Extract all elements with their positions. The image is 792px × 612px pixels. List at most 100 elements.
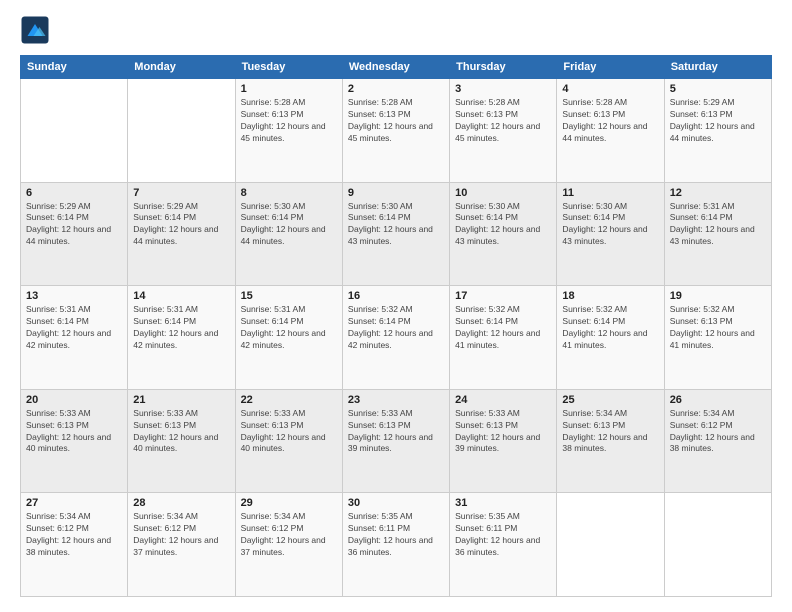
- day-info: Sunrise: 5:32 AMSunset: 6:14 PMDaylight:…: [562, 304, 658, 352]
- day-info: Sunrise: 5:28 AMSunset: 6:13 PMDaylight:…: [455, 97, 551, 145]
- calendar-cell: [21, 79, 128, 183]
- day-number: 12: [670, 187, 766, 199]
- day-number: 10: [455, 187, 551, 199]
- day-number: 31: [455, 497, 551, 509]
- calendar-header-row: SundayMondayTuesdayWednesdayThursdayFrid…: [21, 56, 772, 79]
- calendar-cell: 7Sunrise: 5:29 AMSunset: 6:14 PMDaylight…: [128, 182, 235, 286]
- day-number: 17: [455, 290, 551, 302]
- calendar-cell: 29 Sunrise: 5:34 AMSunset: 6:12 PMDayligh…: [235, 493, 342, 597]
- day-number: 23: [348, 394, 444, 406]
- day-number: 11: [562, 187, 658, 199]
- calendar-cell: [557, 493, 664, 597]
- day-info: Sunrise: 5:30 AMSunset: 6:14 PMDaylight:…: [348, 201, 444, 249]
- calendar-cell: 14Sunrise: 5:31 AMSunset: 6:14 PMDayligh…: [128, 286, 235, 390]
- weekday-header-thursday: Thursday: [450, 56, 557, 79]
- calendar-week-1: 1 Sunrise: 5:28 AMSunset: 6:13 PMDaylight…: [21, 79, 772, 183]
- calendar-cell: 11 Sunrise: 5:30 AMSunset: 6:14 PMDayligh…: [557, 182, 664, 286]
- day-number: 5: [670, 83, 766, 95]
- logo: [20, 15, 54, 45]
- day-info: Sunrise: 5:29 AMSunset: 6:14 PMDaylight:…: [133, 201, 229, 249]
- day-info: Sunrise: 5:35 AMSunset: 6:11 PMDaylight:…: [455, 511, 551, 559]
- calendar-week-4: 20 Sunrise: 5:33 AMSunset: 6:13 PMDayligh…: [21, 389, 772, 493]
- calendar-cell: 30 Sunrise: 5:35 AMSunset: 6:11 PMDayligh…: [342, 493, 449, 597]
- day-number: 26: [670, 394, 766, 406]
- day-number: 19: [670, 290, 766, 302]
- day-number: 30: [348, 497, 444, 509]
- day-info: Sunrise: 5:34 AMSunset: 6:12 PMDaylight:…: [133, 511, 229, 559]
- calendar-cell: 25 Sunrise: 5:34 AMSunset: 6:13 PMDayligh…: [557, 389, 664, 493]
- day-number: 29: [241, 497, 337, 509]
- day-info: Sunrise: 5:33 AMSunset: 6:13 PMDaylight:…: [455, 408, 551, 456]
- day-number: 20: [26, 394, 122, 406]
- day-info: Sunrise: 5:34 AMSunset: 6:13 PMDaylight:…: [562, 408, 658, 456]
- day-info: Sunrise: 5:30 AMSunset: 6:14 PMDaylight:…: [562, 201, 658, 249]
- calendar-cell: 26 Sunrise: 5:34 AMSunset: 6:12 PMDayligh…: [664, 389, 771, 493]
- weekday-header-sunday: Sunday: [21, 56, 128, 79]
- day-info: Sunrise: 5:28 AMSunset: 6:13 PMDaylight:…: [562, 97, 658, 145]
- day-info: Sunrise: 5:34 AMSunset: 6:12 PMDaylight:…: [670, 408, 766, 456]
- day-info: Sunrise: 5:30 AMSunset: 6:14 PMDaylight:…: [241, 201, 337, 249]
- day-number: 14: [133, 290, 229, 302]
- day-info: Sunrise: 5:33 AMSunset: 6:13 PMDaylight:…: [348, 408, 444, 456]
- day-number: 25: [562, 394, 658, 406]
- day-number: 28: [133, 497, 229, 509]
- calendar-cell: 20 Sunrise: 5:33 AMSunset: 6:13 PMDayligh…: [21, 389, 128, 493]
- calendar-cell: 17 Sunrise: 5:32 AMSunset: 6:14 PMDayligh…: [450, 286, 557, 390]
- calendar-cell: 12 Sunrise: 5:31 AMSunset: 6:14 PMDayligh…: [664, 182, 771, 286]
- calendar-cell: 15 Sunrise: 5:31 AMSunset: 6:14 PMDayligh…: [235, 286, 342, 390]
- calendar-cell: 3 Sunrise: 5:28 AMSunset: 6:13 PMDaylight…: [450, 79, 557, 183]
- calendar-cell: 13 Sunrise: 5:31 AMSunset: 6:14 PMDayligh…: [21, 286, 128, 390]
- calendar-cell: 18Sunrise: 5:32 AMSunset: 6:14 PMDayligh…: [557, 286, 664, 390]
- logo-icon: [20, 15, 50, 45]
- day-number: 22: [241, 394, 337, 406]
- day-info: Sunrise: 5:33 AMSunset: 6:13 PMDaylight:…: [26, 408, 122, 456]
- calendar-cell: 5 Sunrise: 5:29 AMSunset: 6:13 PMDaylight…: [664, 79, 771, 183]
- day-number: 13: [26, 290, 122, 302]
- calendar-cell: 2Sunrise: 5:28 AMSunset: 6:13 PMDaylight…: [342, 79, 449, 183]
- calendar-cell: 24 Sunrise: 5:33 AMSunset: 6:13 PMDayligh…: [450, 389, 557, 493]
- calendar-week-2: 6 Sunrise: 5:29 AMSunset: 6:14 PMDaylight…: [21, 182, 772, 286]
- day-info: Sunrise: 5:30 AMSunset: 6:14 PMDaylight:…: [455, 201, 551, 249]
- calendar-cell: 9 Sunrise: 5:30 AMSunset: 6:14 PMDaylight…: [342, 182, 449, 286]
- calendar-cell: [664, 493, 771, 597]
- day-number: 6: [26, 187, 122, 199]
- day-number: 1: [241, 83, 337, 95]
- day-info: Sunrise: 5:32 AMSunset: 6:14 PMDaylight:…: [348, 304, 444, 352]
- day-number: 3: [455, 83, 551, 95]
- day-info: Sunrise: 5:33 AMSunset: 6:13 PMDaylight:…: [241, 408, 337, 456]
- day-number: 9: [348, 187, 444, 199]
- day-info: Sunrise: 5:34 AMSunset: 6:12 PMDaylight:…: [241, 511, 337, 559]
- day-number: 4: [562, 83, 658, 95]
- day-info: Sunrise: 5:33 AMSunset: 6:13 PMDaylight:…: [133, 408, 229, 456]
- weekday-header-friday: Friday: [557, 56, 664, 79]
- day-info: Sunrise: 5:29 AMSunset: 6:14 PMDaylight:…: [26, 201, 122, 249]
- day-info: Sunrise: 5:35 AMSunset: 6:11 PMDaylight:…: [348, 511, 444, 559]
- day-info: Sunrise: 5:34 AMSunset: 6:12 PMDaylight:…: [26, 511, 122, 559]
- calendar-cell: 4 Sunrise: 5:28 AMSunset: 6:13 PMDaylight…: [557, 79, 664, 183]
- calendar-cell: 1 Sunrise: 5:28 AMSunset: 6:13 PMDaylight…: [235, 79, 342, 183]
- calendar-cell: 31 Sunrise: 5:35 AMSunset: 6:11 PMDayligh…: [450, 493, 557, 597]
- calendar-table: SundayMondayTuesdayWednesdayThursdayFrid…: [20, 55, 772, 597]
- calendar-cell: 28 Sunrise: 5:34 AMSunset: 6:12 PMDayligh…: [128, 493, 235, 597]
- day-info: Sunrise: 5:32 AMSunset: 6:14 PMDaylight:…: [455, 304, 551, 352]
- day-info: Sunrise: 5:31 AMSunset: 6:14 PMDaylight:…: [241, 304, 337, 352]
- day-number: 21: [133, 394, 229, 406]
- calendar-cell: 19 Sunrise: 5:32 AMSunset: 6:13 PMDayligh…: [664, 286, 771, 390]
- calendar-cell: 21 Sunrise: 5:33 AMSunset: 6:13 PMDayligh…: [128, 389, 235, 493]
- day-number: 15: [241, 290, 337, 302]
- day-number: 8: [241, 187, 337, 199]
- day-info: Sunrise: 5:28 AMSunset: 6:13 PMDaylight:…: [241, 97, 337, 145]
- day-info: Sunrise: 5:29 AMSunset: 6:13 PMDaylight:…: [670, 97, 766, 145]
- calendar-cell: [128, 79, 235, 183]
- calendar-week-5: 27 Sunrise: 5:34 AMSunset: 6:12 PMDayligh…: [21, 493, 772, 597]
- page: SundayMondayTuesdayWednesdayThursdayFrid…: [0, 0, 792, 612]
- day-info: Sunrise: 5:32 AMSunset: 6:13 PMDaylight:…: [670, 304, 766, 352]
- day-info: Sunrise: 5:31 AMSunset: 6:14 PMDaylight:…: [670, 201, 766, 249]
- day-number: 16: [348, 290, 444, 302]
- calendar-cell: 6 Sunrise: 5:29 AMSunset: 6:14 PMDaylight…: [21, 182, 128, 286]
- calendar-cell: 27 Sunrise: 5:34 AMSunset: 6:12 PMDayligh…: [21, 493, 128, 597]
- calendar-cell: 10 Sunrise: 5:30 AMSunset: 6:14 PMDayligh…: [450, 182, 557, 286]
- day-info: Sunrise: 5:31 AMSunset: 6:14 PMDaylight:…: [26, 304, 122, 352]
- day-number: 27: [26, 497, 122, 509]
- day-number: 24: [455, 394, 551, 406]
